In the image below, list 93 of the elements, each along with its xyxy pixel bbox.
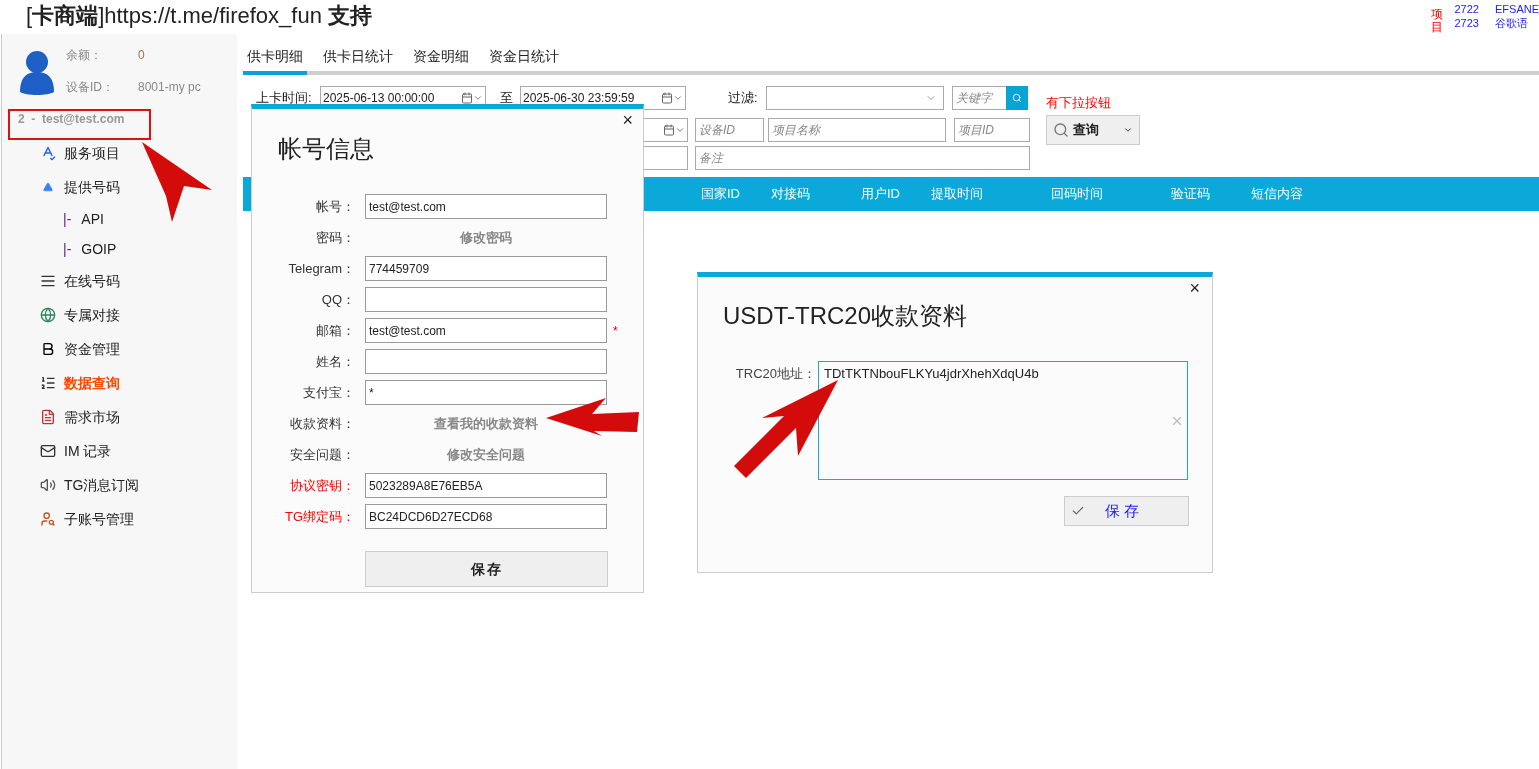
field-label: 密码： <box>315 228 355 247</box>
field-label: TG绑定码： <box>283 507 355 526</box>
avatar-icon <box>18 48 56 98</box>
filter-label: 过滤: <box>728 89 759 108</box>
tab[interactable]: 供卡日统计 <box>319 39 397 75</box>
project-name: EFSANE <box>1495 2 1539 16</box>
user-search-icon <box>40 511 56 527</box>
sidebar-item[interactable]: IM 记录 <box>10 434 237 468</box>
keyword-field[interactable]: 关键字 <box>952 86 1006 110</box>
check-icon <box>1071 504 1085 518</box>
field-label: 帐号： <box>315 197 355 216</box>
tab[interactable]: 资金明细 <box>409 39 473 75</box>
close-button[interactable]: × <box>1189 279 1200 297</box>
to-label: 至 <box>500 89 514 108</box>
column-header: 对接码 <box>771 185 811 204</box>
filter-select[interactable] <box>766 86 944 110</box>
spellcheck-icon <box>40 145 56 161</box>
query-button[interactable]: 查询 <box>1046 115 1140 145</box>
caret-icon <box>1123 125 1133 135</box>
sidebar-item[interactable]: 提供号码 <box>10 170 237 204</box>
field-label: QQ： <box>320 290 355 309</box>
field-label: 收款资料： <box>289 414 355 433</box>
sidebar-item[interactable]: 在线号码 <box>10 264 237 298</box>
sidebar-item[interactable]: 资金管理 <box>10 332 237 366</box>
column-header: 短信内容 <box>1251 185 1304 204</box>
field-label: 支付宝： <box>302 383 355 402</box>
project-name-field[interactable]: 项目名称 <box>768 118 946 142</box>
text-field[interactable]: 774459709 <box>365 256 607 281</box>
field-label: 邮箱： <box>315 321 355 340</box>
globe-icon <box>40 307 56 323</box>
required-mark: * <box>613 322 618 340</box>
text-field[interactable]: BC24DCD6D27ECD68 <box>365 504 607 529</box>
sidebar-subitem[interactable]: |- API <box>10 204 237 234</box>
sidebar-item[interactable]: TG消息订阅 <box>10 468 237 502</box>
calendar-icon <box>663 124 675 136</box>
triangle-icon <box>42 182 54 192</box>
dialog-title: USDT-TRC20收款资料 <box>723 301 968 331</box>
time-label: 上卡时间: <box>256 89 313 108</box>
bold-icon <box>40 341 56 357</box>
save-button[interactable]: 保存 <box>365 551 608 587</box>
calendar-icon <box>661 92 673 104</box>
project-id-field[interactable]: 项目ID <box>954 118 1030 142</box>
sidebar-item[interactable]: 子账号管理 <box>10 502 237 536</box>
text-field[interactable] <box>365 349 607 374</box>
tab[interactable]: 资金日统计 <box>485 39 563 75</box>
caret-icon <box>673 93 683 103</box>
calendar-icon <box>461 92 473 104</box>
search-button[interactable] <box>1006 86 1028 110</box>
field-label: 姓名： <box>315 352 355 371</box>
dialog-title: 帐号信息 <box>278 134 374 164</box>
sidebar-item[interactable]: 专属对接 <box>10 298 237 332</box>
column-header: 用户ID <box>861 185 901 204</box>
envelope-icon <box>40 443 56 459</box>
speaker-icon <box>40 477 56 493</box>
remark-field[interactable]: 备注 <box>695 146 1030 170</box>
address-label: TRC20地址： <box>734 365 816 383</box>
page-title: [卡商端]https://t.me/firefox_fun 支持 <box>26 2 372 30</box>
project-id: 2723 <box>1454 16 1479 30</box>
numbered-list-icon <box>40 375 56 391</box>
device-id-field[interactable]: 设备ID <box>695 118 764 142</box>
clear-icon[interactable] <box>1170 414 1184 428</box>
notice-label: 项目 <box>1430 8 1443 35</box>
save-button[interactable]: 保 存 <box>1064 496 1189 526</box>
account-name: 2 - test@test.com <box>18 112 125 126</box>
sidebar-subitem[interactable]: |- GOIP <box>10 234 237 264</box>
balance-label: 余额： <box>66 47 103 64</box>
hint-text: 有下拉按钮 <box>1046 94 1111 113</box>
column-header: 国家ID <box>701 185 741 204</box>
balance-value: 0 <box>138 47 146 64</box>
caret-icon <box>473 93 483 103</box>
device-value: 8001-my pc <box>138 79 201 96</box>
caret-icon <box>675 125 685 135</box>
close-button[interactable]: × <box>622 111 633 129</box>
text-field[interactable]: test@test.com <box>365 318 607 343</box>
text-field[interactable]: test@test.com <box>365 194 607 219</box>
field-label: 协议密钥： <box>289 476 355 495</box>
column-header: 回码时间 <box>1051 185 1104 204</box>
search-icon <box>1053 122 1069 138</box>
search-icon <box>1012 93 1022 103</box>
sidebar-item[interactable]: 服务项目 <box>10 136 237 170</box>
field-label: 安全问题： <box>289 445 355 464</box>
text-field[interactable]: * <box>365 380 607 405</box>
text-field[interactable]: 5023289A8E76EB5A <box>365 473 607 498</box>
column-header: 验证码 <box>1171 185 1211 204</box>
column-header: 提取时间 <box>931 185 984 204</box>
text-field[interactable] <box>365 287 607 312</box>
device-label: 设备ID： <box>66 79 115 96</box>
field-label: Telegram： <box>287 259 355 278</box>
project-id: 2722 <box>1454 2 1479 16</box>
address-field[interactable]: TDtTKTNbouFLKYu4jdrXhehXdqU4b <box>818 361 1188 480</box>
tab[interactable]: 供卡明细 <box>243 39 307 75</box>
project-name: 谷歌语 <box>1495 16 1529 30</box>
sidebar-item[interactable]: 需求市场 <box>10 400 237 434</box>
